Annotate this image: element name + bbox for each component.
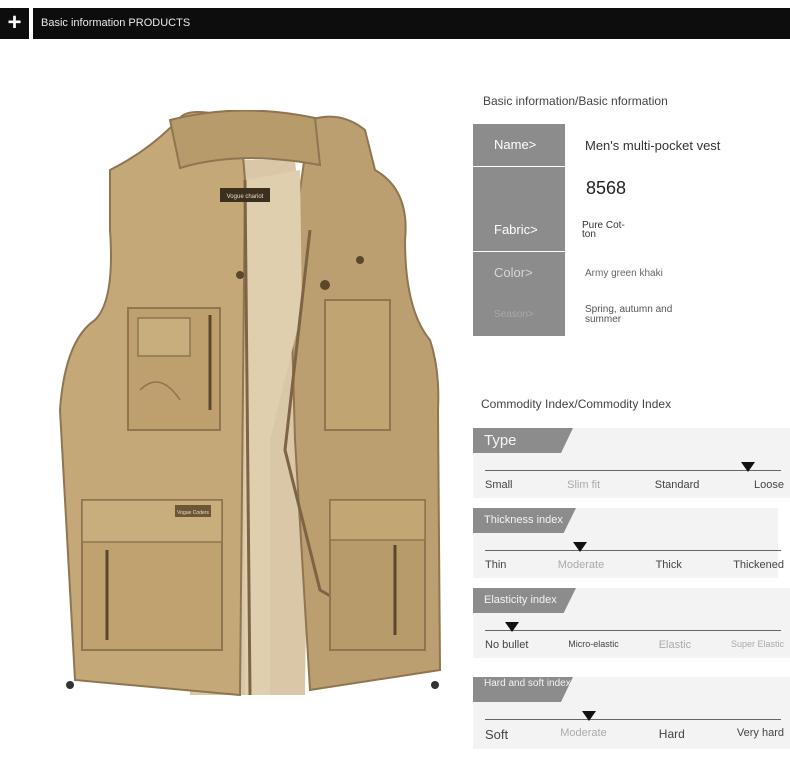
scale-thickness-option-2: Moderate <box>557 559 605 571</box>
basic-info-title: Basic information/Basic nformation <box>483 94 668 108</box>
scale-type: Type Small Slim fit Standard Loose <box>473 428 790 498</box>
info-label-season: Season> <box>473 294 565 336</box>
scale-thickness-option-1: Thin <box>485 559 507 571</box>
scale-elasticity-option-4: Super Elastic <box>730 639 784 649</box>
scale-hardness-marker <box>581 711 596 721</box>
scale-elasticity-option-3: Elastic <box>658 639 692 651</box>
scale-hardness-title: Hard and soft index <box>473 677 573 702</box>
info-value-item-no: 8568 <box>586 177 627 198</box>
info-label-fabric: Fabric> <box>473 209 565 251</box>
plus-icon[interactable]: + <box>0 8 29 39</box>
info-value-season: Spring, autumn and summer <box>585 304 673 325</box>
scale-type-option-1: Small <box>485 479 513 491</box>
scale-hardness-option-4: Very hard <box>736 727 784 739</box>
scale-thickness: Thickness index Thin Moderate Thick Thic… <box>473 508 790 578</box>
scale-type-title: Type <box>473 428 573 453</box>
scale-type-option-2: Slim fit <box>567 479 601 491</box>
scale-hardness-option-1: Soft <box>485 727 509 742</box>
scale-hardness-option-3: Hard <box>658 727 685 741</box>
info-row-season: Season> Spring, autumn and summer <box>473 294 790 336</box>
scale-thickness-title: Thickness index <box>473 508 576 533</box>
scale-elasticity: Elasticity index No bullet Micro-elastic… <box>473 588 790 658</box>
info-value-name: Men's multi-pocket vest <box>585 137 721 153</box>
info-label-name: Name> <box>473 124 565 166</box>
info-label-item-no <box>473 167 565 209</box>
scale-type-option-3: Standard <box>654 479 700 491</box>
scale-elasticity-option-2: Micro-elastic <box>568 639 619 649</box>
product-image: Vogue Coders Vogue chariot <box>58 110 442 697</box>
info-row-fabric: Fabric> Pure Cot- ton <box>473 209 790 251</box>
scale-hardness: Hard and soft index Soft Moderate Hard V… <box>473 677 790 749</box>
commodity-index-title: Commodity Index/Commodity Index <box>481 397 672 411</box>
info-row-item-no: 8568 <box>473 167 790 209</box>
header-bar: + Basic information PRODUCTS <box>0 8 790 39</box>
scale-type-option-4: Loose <box>754 479 784 491</box>
info-label-color: Color> <box>473 252 565 294</box>
scale-hardness-option-2: Moderate <box>560 727 607 739</box>
collar-patch-text: Vogue chariot <box>227 194 264 200</box>
scale-type-marker <box>741 462 756 472</box>
header-title: Basic information PRODUCTS <box>41 17 191 29</box>
info-value-color: Army green khaki <box>585 267 663 279</box>
scale-elasticity-option-1: No bullet <box>485 639 529 651</box>
scale-thickness-option-4: Thickened <box>733 559 784 571</box>
scale-elasticity-title: Elasticity index <box>473 588 576 613</box>
scale-elasticity-marker <box>504 622 519 632</box>
info-value-fabric: Pure Cot- ton <box>582 220 625 240</box>
info-row-color: Color> Army green khaki <box>473 252 790 294</box>
info-row-name: Name> Men's multi-pocket vest <box>473 124 790 166</box>
scale-thickness-option-3: Thick <box>655 559 682 571</box>
header-title-bar: Basic information PRODUCTS <box>33 8 790 39</box>
vest-label-text: Vogue Coders <box>177 510 209 516</box>
scale-thickness-marker <box>572 542 587 552</box>
